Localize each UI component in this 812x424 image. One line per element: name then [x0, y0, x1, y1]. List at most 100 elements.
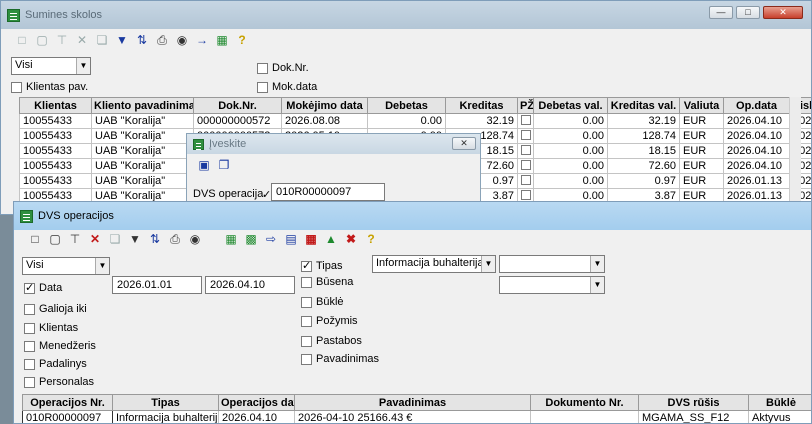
- extra-select-1[interactable]: ▼: [499, 255, 605, 273]
- delete-icon[interactable]: ✕: [88, 232, 102, 246]
- column-header-bukle[interactable]: Būklė: [748, 394, 811, 411]
- checkbox-pastabos[interactable]: Pastabos: [301, 335, 362, 347]
- new-icon[interactable]: □: [15, 33, 29, 47]
- title-bar[interactable]: DVS operacijos: [14, 202, 811, 230]
- copy-icon[interactable]: ❏: [108, 232, 122, 246]
- sort-icon[interactable]: ⇅: [135, 33, 149, 47]
- table-row[interactable]: 010R00000097 Informacija buhalterijai 2026…: [22, 410, 811, 423]
- column-header-dokumento-nr[interactable]: Dokumento Nr.: [530, 394, 639, 411]
- checkbox-personalas[interactable]: Personalas: [24, 376, 94, 388]
- table-cell: 0.97: [607, 173, 680, 189]
- checkbox-galioja-iki[interactable]: Galioja iki: [24, 303, 87, 315]
- pz-checkbox[interactable]: [521, 175, 531, 185]
- filter-select[interactable]: Visi ▼: [22, 257, 110, 275]
- calendar-icon[interactable]: ▦: [304, 232, 318, 246]
- operations-table: Operacijos Nr.TipasOperacijos dataPavadi…: [22, 394, 811, 423]
- sort-icon[interactable]: ⇅: [148, 232, 162, 246]
- pz-checkbox[interactable]: [521, 115, 531, 125]
- checkbox-bukle[interactable]: Būklė: [301, 296, 344, 308]
- binoculars-icon[interactable]: ◉: [188, 232, 202, 246]
- help-icon[interactable]: ?: [235, 33, 249, 47]
- column-header-dvs-rusis[interactable]: DVS rūšis: [638, 394, 749, 411]
- checkbox-pavadinimas[interactable]: Pavadinimas: [301, 353, 379, 365]
- pz-checkbox[interactable]: [521, 145, 531, 155]
- checkbox-doknr[interactable]: Dok.Nr.: [257, 62, 309, 74]
- chevron-down-icon: ▼: [76, 58, 90, 74]
- checkbox-menedzeris[interactable]: Menedžeris: [24, 340, 96, 352]
- add-documents-icon[interactable]: ▩: [244, 232, 258, 246]
- column-header-operacijos-nr[interactable]: Operacijos Nr.: [22, 394, 113, 411]
- edit-icon[interactable]: ▢: [35, 33, 49, 47]
- link-icon[interactable]: ⇨: [264, 232, 278, 246]
- extra-select-2[interactable]: ▼: [499, 276, 605, 294]
- column-header-kliento-pavadinimas[interactable]: Kliento pavadinimas: [91, 97, 194, 114]
- column-header-debetas-val[interactable]: Debetas val.: [533, 97, 608, 114]
- delete-icon[interactable]: ✕: [75, 33, 89, 47]
- table-cell: 2026.04.10: [723, 113, 790, 129]
- checkbox-data[interactable]: Data: [24, 281, 62, 294]
- column-header-pavadinimas[interactable]: Pavadinimas: [294, 394, 531, 411]
- window-title: DVS operacijos: [38, 210, 114, 222]
- edit-icon[interactable]: ▢: [48, 232, 62, 246]
- toolbar: □ ▢ ⊤ ✕ ❏ ▼ ⇅ ⎙ ◉ ▦ ▩ ⇨ ▤ ▦ ▲ ✖ ?: [28, 232, 378, 246]
- column-header-valiuta[interactable]: Valiuta: [679, 97, 724, 114]
- checkbox-klientas-pav[interactable]: Klientas pav.: [11, 81, 88, 93]
- approve-icon[interactable]: ▲: [324, 232, 338, 246]
- title-bar[interactable]: Sumines skolos — □ ✕: [1, 1, 811, 29]
- table-cell: 2026.04.10: [723, 158, 790, 174]
- pz-checkbox[interactable]: [521, 160, 531, 170]
- cancel-icon[interactable]: ✖: [344, 232, 358, 246]
- date-to-input[interactable]: 2026.04.10: [205, 276, 295, 294]
- column-header-dok-nr[interactable]: Dok.Nr.: [193, 97, 282, 114]
- checkbox-padalinys[interactable]: Padalinys: [24, 358, 87, 370]
- column-header-kreditas[interactable]: Kreditas: [445, 97, 518, 114]
- add-document-icon[interactable]: ▦: [224, 232, 238, 246]
- column-header-op-data[interactable]: Op.data: [723, 97, 790, 114]
- operation-number-cell[interactable]: 010R00000097: [22, 410, 113, 423]
- column-header-klientas[interactable]: Klientas: [19, 97, 92, 114]
- binoculars-icon[interactable]: ◉: [175, 33, 189, 47]
- table-row[interactable]: 10055433UAB "Koralija"0000000005722026.0…: [19, 113, 811, 129]
- column-header-tipas[interactable]: Tipas: [112, 394, 219, 411]
- network-icon[interactable]: ▤: [284, 232, 298, 246]
- table-cell: Aktyvus: [748, 410, 811, 423]
- tree-icon[interactable]: ⊤: [68, 232, 82, 246]
- checkbox-mokdata[interactable]: Mok.data: [257, 81, 317, 93]
- checkbox-busena[interactable]: Būsena: [301, 276, 353, 288]
- close-button[interactable]: ✕: [763, 6, 803, 19]
- table-cell: 10055433: [19, 128, 92, 144]
- date-from-input[interactable]: 2026.01.01: [112, 276, 202, 294]
- column-header-debetas[interactable]: Debetas: [367, 97, 446, 114]
- report-icon[interactable]: ▦: [215, 33, 229, 47]
- dvs-operacija-input[interactable]: 010R00000097: [271, 183, 385, 201]
- checkbox-pozymis[interactable]: Požymis: [301, 315, 358, 327]
- save-icon[interactable]: ▣: [197, 158, 211, 172]
- tipas-select[interactable]: Informacija buhalterijai ▼: [372, 255, 496, 273]
- checkbox-klientas[interactable]: Klientas: [24, 322, 78, 334]
- column-header-mokejimo-data[interactable]: Mokėjimo data: [281, 97, 368, 114]
- column-header-pz[interactable]: PŽ: [517, 97, 534, 114]
- minimize-button[interactable]: —: [709, 6, 733, 19]
- new-icon[interactable]: □: [28, 232, 42, 246]
- vertical-scrollbar[interactable]: [789, 97, 801, 207]
- export-icon[interactable]: →: [195, 33, 209, 47]
- table-cell: [517, 158, 534, 174]
- print-icon[interactable]: ⎙: [155, 33, 169, 47]
- maximize-button[interactable]: □: [736, 6, 760, 19]
- print-icon[interactable]: ⎙: [168, 232, 182, 246]
- dialog-title-bar[interactable]: Įveskite ✕: [187, 134, 480, 154]
- filter-icon[interactable]: ▼: [115, 33, 129, 47]
- tree-icon[interactable]: ⊤: [55, 33, 69, 47]
- help-icon[interactable]: ?: [364, 232, 378, 246]
- copy-icon[interactable]: ❏: [95, 33, 109, 47]
- pz-checkbox[interactable]: [521, 190, 531, 200]
- filter-icon[interactable]: ▼: [128, 232, 142, 246]
- column-header-operacijos-data[interactable]: Operacijos data: [218, 394, 295, 411]
- copy-icon[interactable]: ❐: [217, 158, 231, 172]
- checkbox-tipas[interactable]: Tipas: [301, 259, 343, 272]
- table-cell: UAB "Koralija": [91, 158, 194, 174]
- column-header-kreditas-val[interactable]: Kreditas val.: [607, 97, 680, 114]
- dialog-close-button[interactable]: ✕: [452, 137, 476, 150]
- pz-checkbox[interactable]: [521, 130, 531, 140]
- filter-select[interactable]: Visi ▼: [11, 57, 91, 75]
